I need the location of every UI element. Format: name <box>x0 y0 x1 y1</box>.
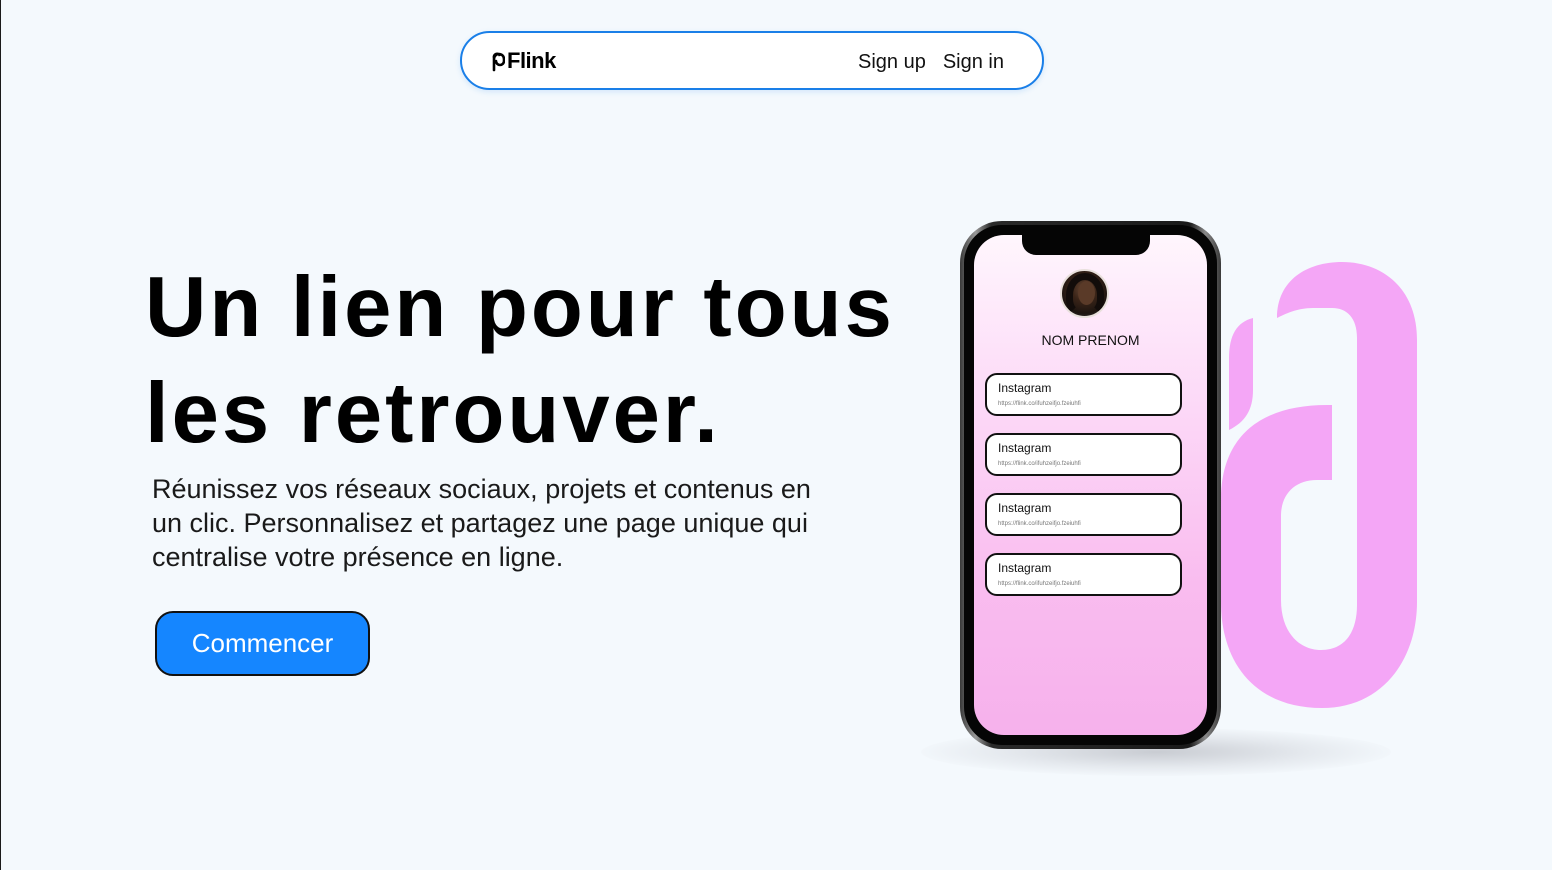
avatar <box>1060 269 1109 318</box>
link-card-label: Instagram <box>998 561 1052 575</box>
sign-in-link[interactable]: Sign in <box>943 49 1004 75</box>
hero-title-line-1: Un lien pour tous <box>145 260 895 355</box>
phone-screen: NOM PRENOM Instagram https://flink.co/if… <box>974 235 1207 735</box>
brand-name: Flink <box>507 48 556 73</box>
link-card-url: https://flink.co/ifuhzeifjo.fzeiuhfi <box>998 521 1081 527</box>
link-card-url: https://flink.co/ifuhzeifjo.fzeiuhfi <box>998 581 1081 587</box>
profile-name: NOM PRENOM <box>1041 332 1140 348</box>
sign-up-link[interactable]: Sign up <box>858 49 926 75</box>
link-chain-icon <box>1221 262 1417 708</box>
hero-title-line-2: les retrouver. <box>145 366 721 461</box>
link-logo-icon <box>492 52 505 72</box>
link-card-url: https://flink.co/ifuhzeifjo.fzeiuhfi <box>998 461 1081 467</box>
link-card-url: https://flink.co/ifuhzeifjo.fzeiuhfi <box>998 401 1081 407</box>
hero-title: Un lien pour tous les retrouver. <box>145 255 945 467</box>
landing-page: Flink Sign up Sign in Un lien pour tous … <box>0 0 1552 870</box>
brand-logo[interactable]: Flink <box>490 48 556 74</box>
nav-links: Sign up Sign in <box>858 49 1004 75</box>
link-card-label: Instagram <box>998 501 1052 515</box>
hero-description: Réunissez vos réseaux sociaux, projets e… <box>152 474 811 572</box>
profile-link-card[interactable]: Instagram https://flink.co/ifuhzeifjo.fz… <box>985 493 1182 536</box>
profile-link-card[interactable]: Instagram https://flink.co/ifuhzeifjo.fz… <box>985 553 1182 596</box>
phone-notch <box>1022 235 1150 255</box>
profile-link-card[interactable]: Instagram https://flink.co/ifuhzeifjo.fz… <box>985 373 1182 416</box>
profile-link-card[interactable]: Instagram https://flink.co/ifuhzeifjo.fz… <box>985 433 1182 476</box>
top-navbar: Flink Sign up Sign in <box>460 31 1044 90</box>
start-button[interactable]: Commencer <box>155 611 370 676</box>
link-card-label: Instagram <box>998 381 1052 395</box>
phone-mockup: NOM PRENOM Instagram https://flink.co/if… <box>960 221 1221 749</box>
link-card-label: Instagram <box>998 441 1052 455</box>
